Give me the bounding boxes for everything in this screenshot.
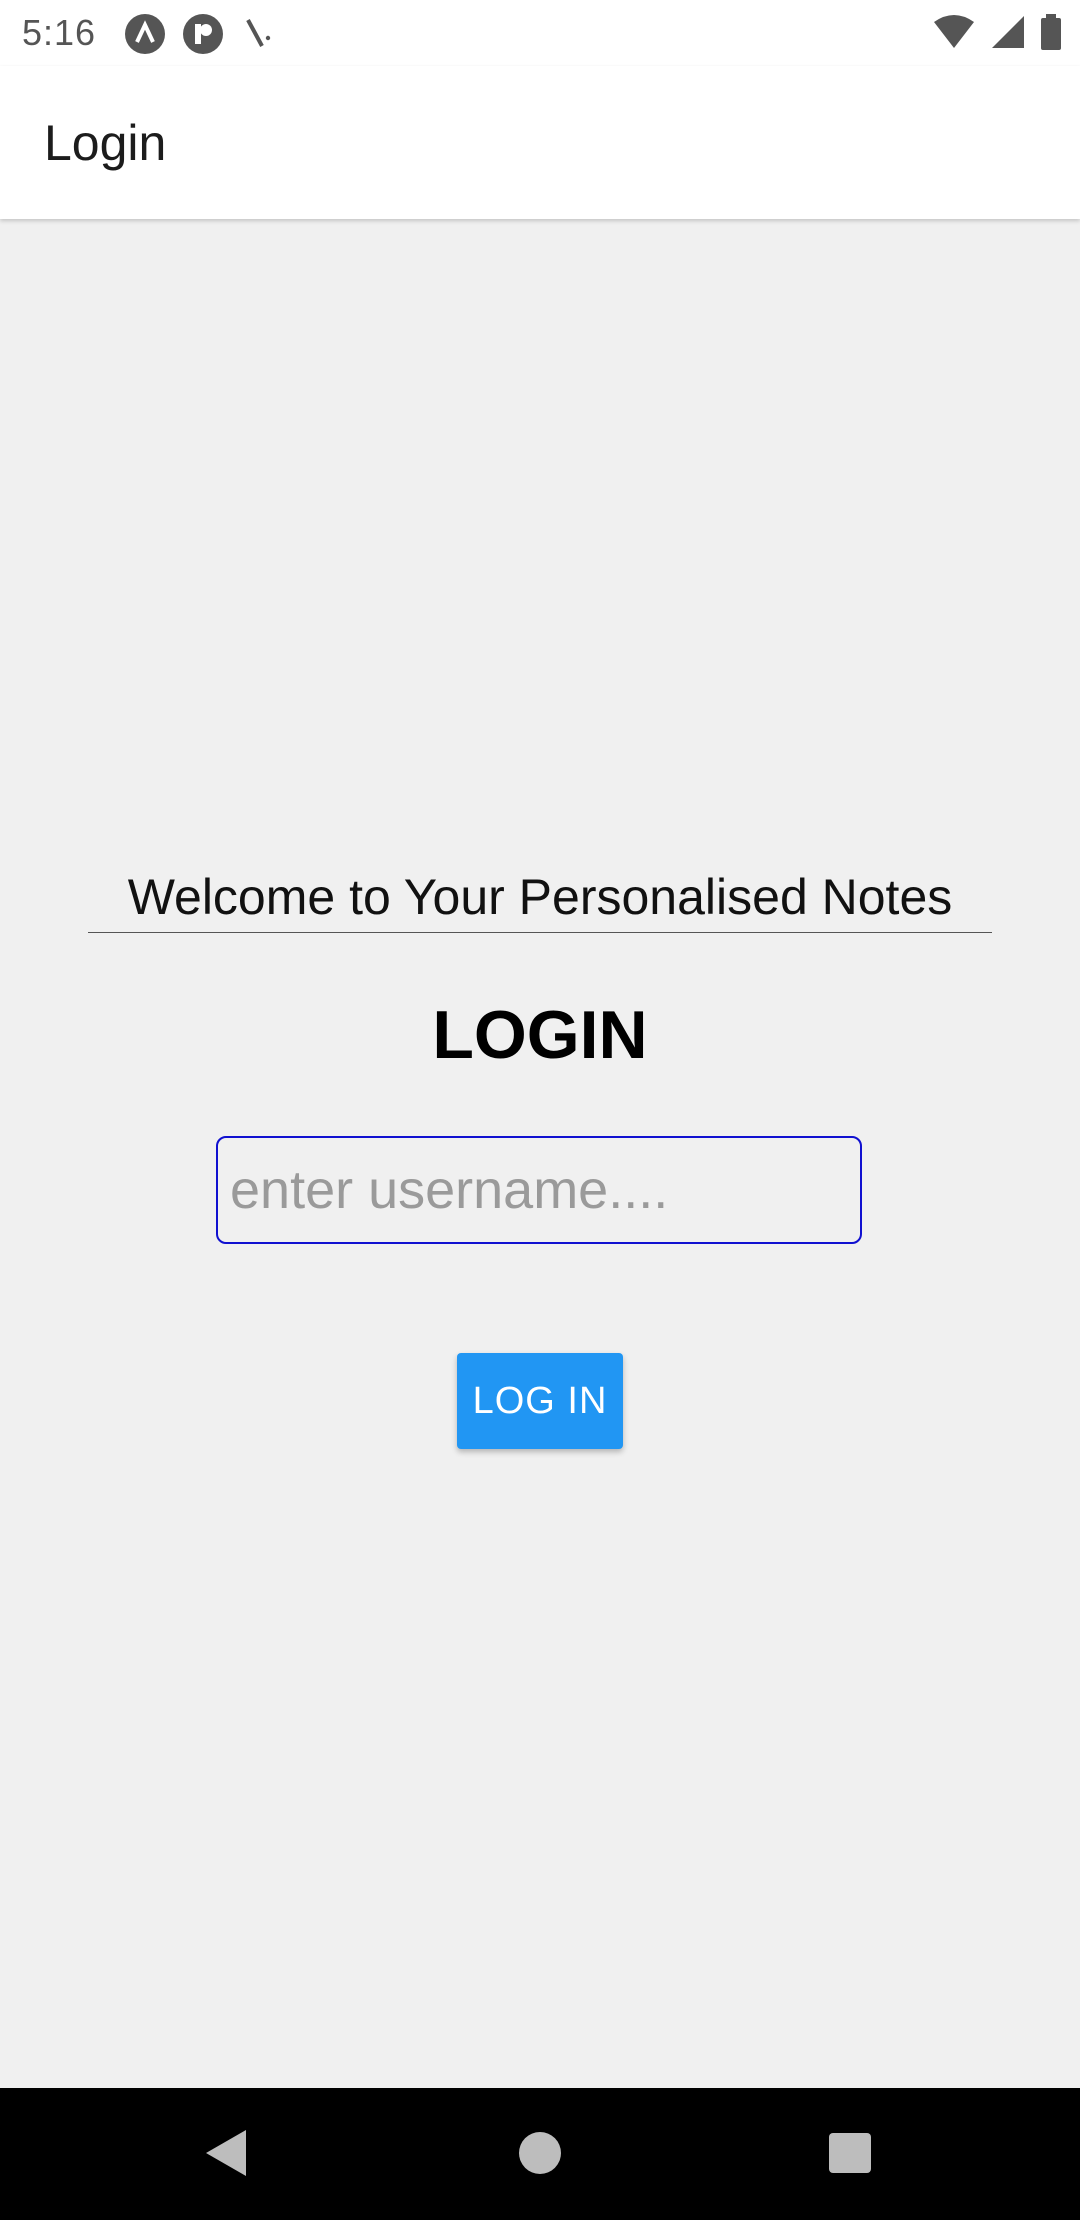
app-p-icon [182, 13, 224, 60]
app-bar: Login [0, 66, 1080, 219]
status-time: 5:16 [22, 12, 97, 53]
wifi-icon [932, 14, 976, 55]
debug-icon [240, 16, 276, 57]
recents-icon[interactable] [829, 2133, 871, 2173]
login-heading: LOGIN [432, 997, 648, 1073]
username-input[interactable] [216, 1136, 862, 1244]
cell-signal-icon [990, 14, 1026, 55]
home-icon[interactable] [519, 2132, 561, 2174]
login-button[interactable]: LOG IN [457, 1353, 623, 1449]
status-system-icons [932, 14, 1062, 55]
battery-icon [1040, 14, 1062, 55]
status-notification-icons [124, 13, 276, 60]
welcome-text: Welcome to Your Personalised Notes [88, 868, 992, 933]
back-icon[interactable] [204, 2128, 248, 2183]
page-title: Login [44, 115, 167, 171]
navigation-bar [0, 2088, 1080, 2220]
app-a-icon [124, 13, 166, 60]
status-bar: 5:16 [0, 0, 1080, 66]
